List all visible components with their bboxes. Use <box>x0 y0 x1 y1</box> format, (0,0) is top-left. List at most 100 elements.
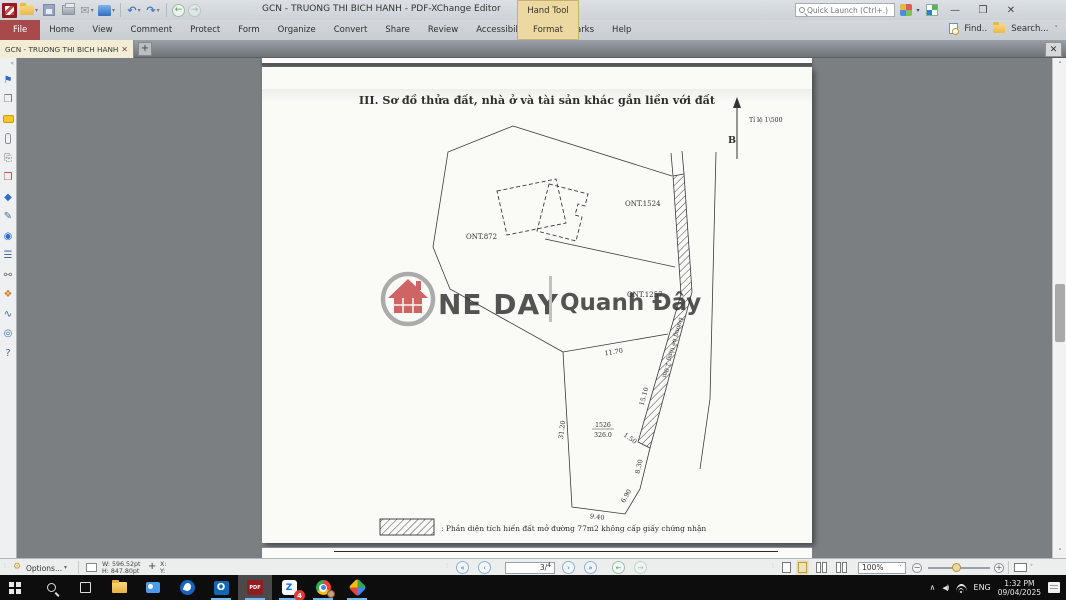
outlook-button[interactable]: O <box>204 575 238 600</box>
multi-page-view-icon[interactable] <box>836 562 841 573</box>
task-view-button[interactable] <box>68 575 102 600</box>
maximize-button[interactable]: ❒ <box>972 2 994 18</box>
two-page-view-icon[interactable] <box>816 562 821 573</box>
hand-tool-tab[interactable]: Hand Tool <box>527 6 569 16</box>
options-button[interactable]: Options... <box>26 564 62 573</box>
links-pane-icon[interactable]: ⚯ <box>2 269 15 282</box>
options-dropdown-icon[interactable]: ▾ <box>64 564 67 571</box>
fit-width-view-icon[interactable] <box>798 562 807 573</box>
find-button[interactable]: Find.. <box>964 24 987 34</box>
zoom-out-button[interactable]: − <box>912 563 922 573</box>
tab-close-icon[interactable]: ✕ <box>121 45 128 54</box>
menu-convert[interactable]: Convert <box>325 20 377 40</box>
profiles-dropdown[interactable]: ▾ <box>914 2 922 18</box>
accessibility-pane-icon[interactable]: ◎ <box>2 327 15 340</box>
history-back-button[interactable]: ← <box>172 4 185 17</box>
blue-circle-app-button[interactable] <box>170 575 204 600</box>
next-page-button[interactable]: › <box>562 561 575 574</box>
undo-button[interactable]: ↶▾ <box>126 2 142 18</box>
tray-expand-chevron[interactable]: ∧ <box>930 583 936 592</box>
scrollbar-thumb[interactable] <box>1055 284 1065 342</box>
file-explorer-button[interactable] <box>102 575 136 600</box>
menu-organize[interactable]: Organize <box>269 20 325 40</box>
content-pane-icon[interactable]: ✎ <box>2 210 15 223</box>
scroll-down-arrow[interactable]: ˅ <box>1053 545 1066 558</box>
profiles-button[interactable] <box>898 2 914 18</box>
start-button[interactable] <box>0 575 34 600</box>
fields-pane-icon[interactable]: ☰ <box>2 249 15 262</box>
parcel-label-ont1524: ONT.1524 <box>625 200 661 208</box>
clock[interactable]: 1:32 PM09/04/2025 <box>998 579 1041 597</box>
colorful-app-button[interactable] <box>340 575 374 600</box>
scroll-up-arrow[interactable]: ˄ <box>1053 58 1066 71</box>
sidebar-collapse-icon[interactable]: « <box>10 60 14 67</box>
single-page-view-icon[interactable] <box>782 562 791 573</box>
menu-review[interactable]: Review <box>419 20 467 40</box>
volume-icon[interactable]: ◀) <box>942 584 948 592</box>
vertical-scrollbar[interactable]: ˄ ˅ <box>1052 58 1066 558</box>
menu-protect[interactable]: Protect <box>181 20 229 40</box>
redo-button[interactable]: ↷▾ <box>145 2 161 18</box>
help-pane-icon[interactable]: ? <box>2 347 15 360</box>
people-app-button[interactable] <box>136 575 170 600</box>
scale-label: Tỉ lệ 1\500 <box>749 117 783 124</box>
history-forward-button[interactable]: → <box>188 4 201 17</box>
save-icon <box>43 4 55 16</box>
format-tab[interactable]: Format <box>533 25 563 35</box>
layers-pane-icon[interactable]: ◆ <box>2 191 15 204</box>
taskbar-search-button[interactable] <box>34 575 68 600</box>
language-indicator[interactable]: ENG <box>974 583 991 592</box>
close-button[interactable]: ✕ <box>1000 2 1022 18</box>
zalo-button[interactable]: Z4 <box>272 575 306 600</box>
launcher-button[interactable] <box>924 2 940 18</box>
comments-pane-icon[interactable] <box>2 113 15 126</box>
pdf-xchange-taskbar-button[interactable]: PDF <box>238 575 272 600</box>
bookmarks-pane-icon[interactable]: ⚑ <box>2 74 15 87</box>
print-button[interactable] <box>60 2 76 18</box>
save-button[interactable] <box>41 2 57 18</box>
open-file-button[interactable]: ▾ <box>20 2 38 18</box>
search-button[interactable]: Search... <box>1011 24 1048 34</box>
quick-launch-input[interactable] <box>807 6 889 15</box>
tabbar-close-button[interactable]: ✕ <box>1045 42 1062 57</box>
document-canvas[interactable]: III. Sơ đồ thửa đất, nhà ở và tài sản kh… <box>18 58 1052 558</box>
signatures-pane-icon[interactable]: ∿ <box>2 308 15 321</box>
redo-icon: ↷ <box>146 4 155 17</box>
menu-form[interactable]: Form <box>229 20 268 40</box>
menu-home[interactable]: Home <box>40 20 83 40</box>
stamp-button[interactable]: ▾ <box>98 2 115 18</box>
stamps-pane-icon[interactable]: ❒ <box>2 171 15 184</box>
active-document-tab[interactable]: GCN - TRUONG THI BICH HANH ✕ <box>0 40 134 58</box>
view-forward-button[interactable]: → <box>634 561 647 574</box>
chrome-button[interactable] <box>306 575 340 600</box>
action-center-icon[interactable] <box>1048 582 1060 593</box>
page-number-field[interactable]: 3/4 <box>505 562 555 574</box>
previous-page-button[interactable]: ‹ <box>478 561 491 574</box>
view-back-button[interactable]: ← <box>612 561 625 574</box>
fit-page-button[interactable] <box>1014 563 1027 572</box>
menu-view[interactable]: View <box>83 20 121 40</box>
fit-dropdown-icon[interactable]: ˅ <box>1030 564 1033 571</box>
menu-comment[interactable]: Comment <box>122 20 182 40</box>
menu-file[interactable]: File <box>0 20 40 40</box>
email-button[interactable]: ✉▾ <box>79 2 95 18</box>
zoom-in-button[interactable]: + <box>994 563 1004 573</box>
menu-share[interactable]: Share <box>376 20 419 40</box>
minimize-button[interactable]: — <box>944 2 966 18</box>
ribbon-collapse-chevron[interactable]: ˅ <box>1055 25 1059 33</box>
export-pane-icon[interactable]: ⎘ <box>2 152 15 165</box>
zoom-level-select[interactable]: 100% ˅ <box>858 562 906 574</box>
destinations-pane-icon[interactable]: ◉ <box>2 230 15 243</box>
app-logo-icon[interactable] <box>2 3 17 18</box>
thumbnails-pane-icon[interactable]: ❐ <box>2 93 15 106</box>
wifi-icon[interactable] <box>956 584 967 592</box>
profiles-icon <box>900 4 912 16</box>
new-tab-button[interactable]: + <box>138 42 152 56</box>
last-page-button[interactable]: » <box>584 561 597 574</box>
search-icon <box>47 583 56 592</box>
tags-pane-icon[interactable]: ❖ <box>2 288 15 301</box>
menu-help[interactable]: Help <box>603 20 640 40</box>
attachments-pane-icon[interactable] <box>2 132 15 145</box>
first-page-button[interactable]: « <box>456 561 469 574</box>
zoom-slider-knob[interactable] <box>952 563 961 572</box>
